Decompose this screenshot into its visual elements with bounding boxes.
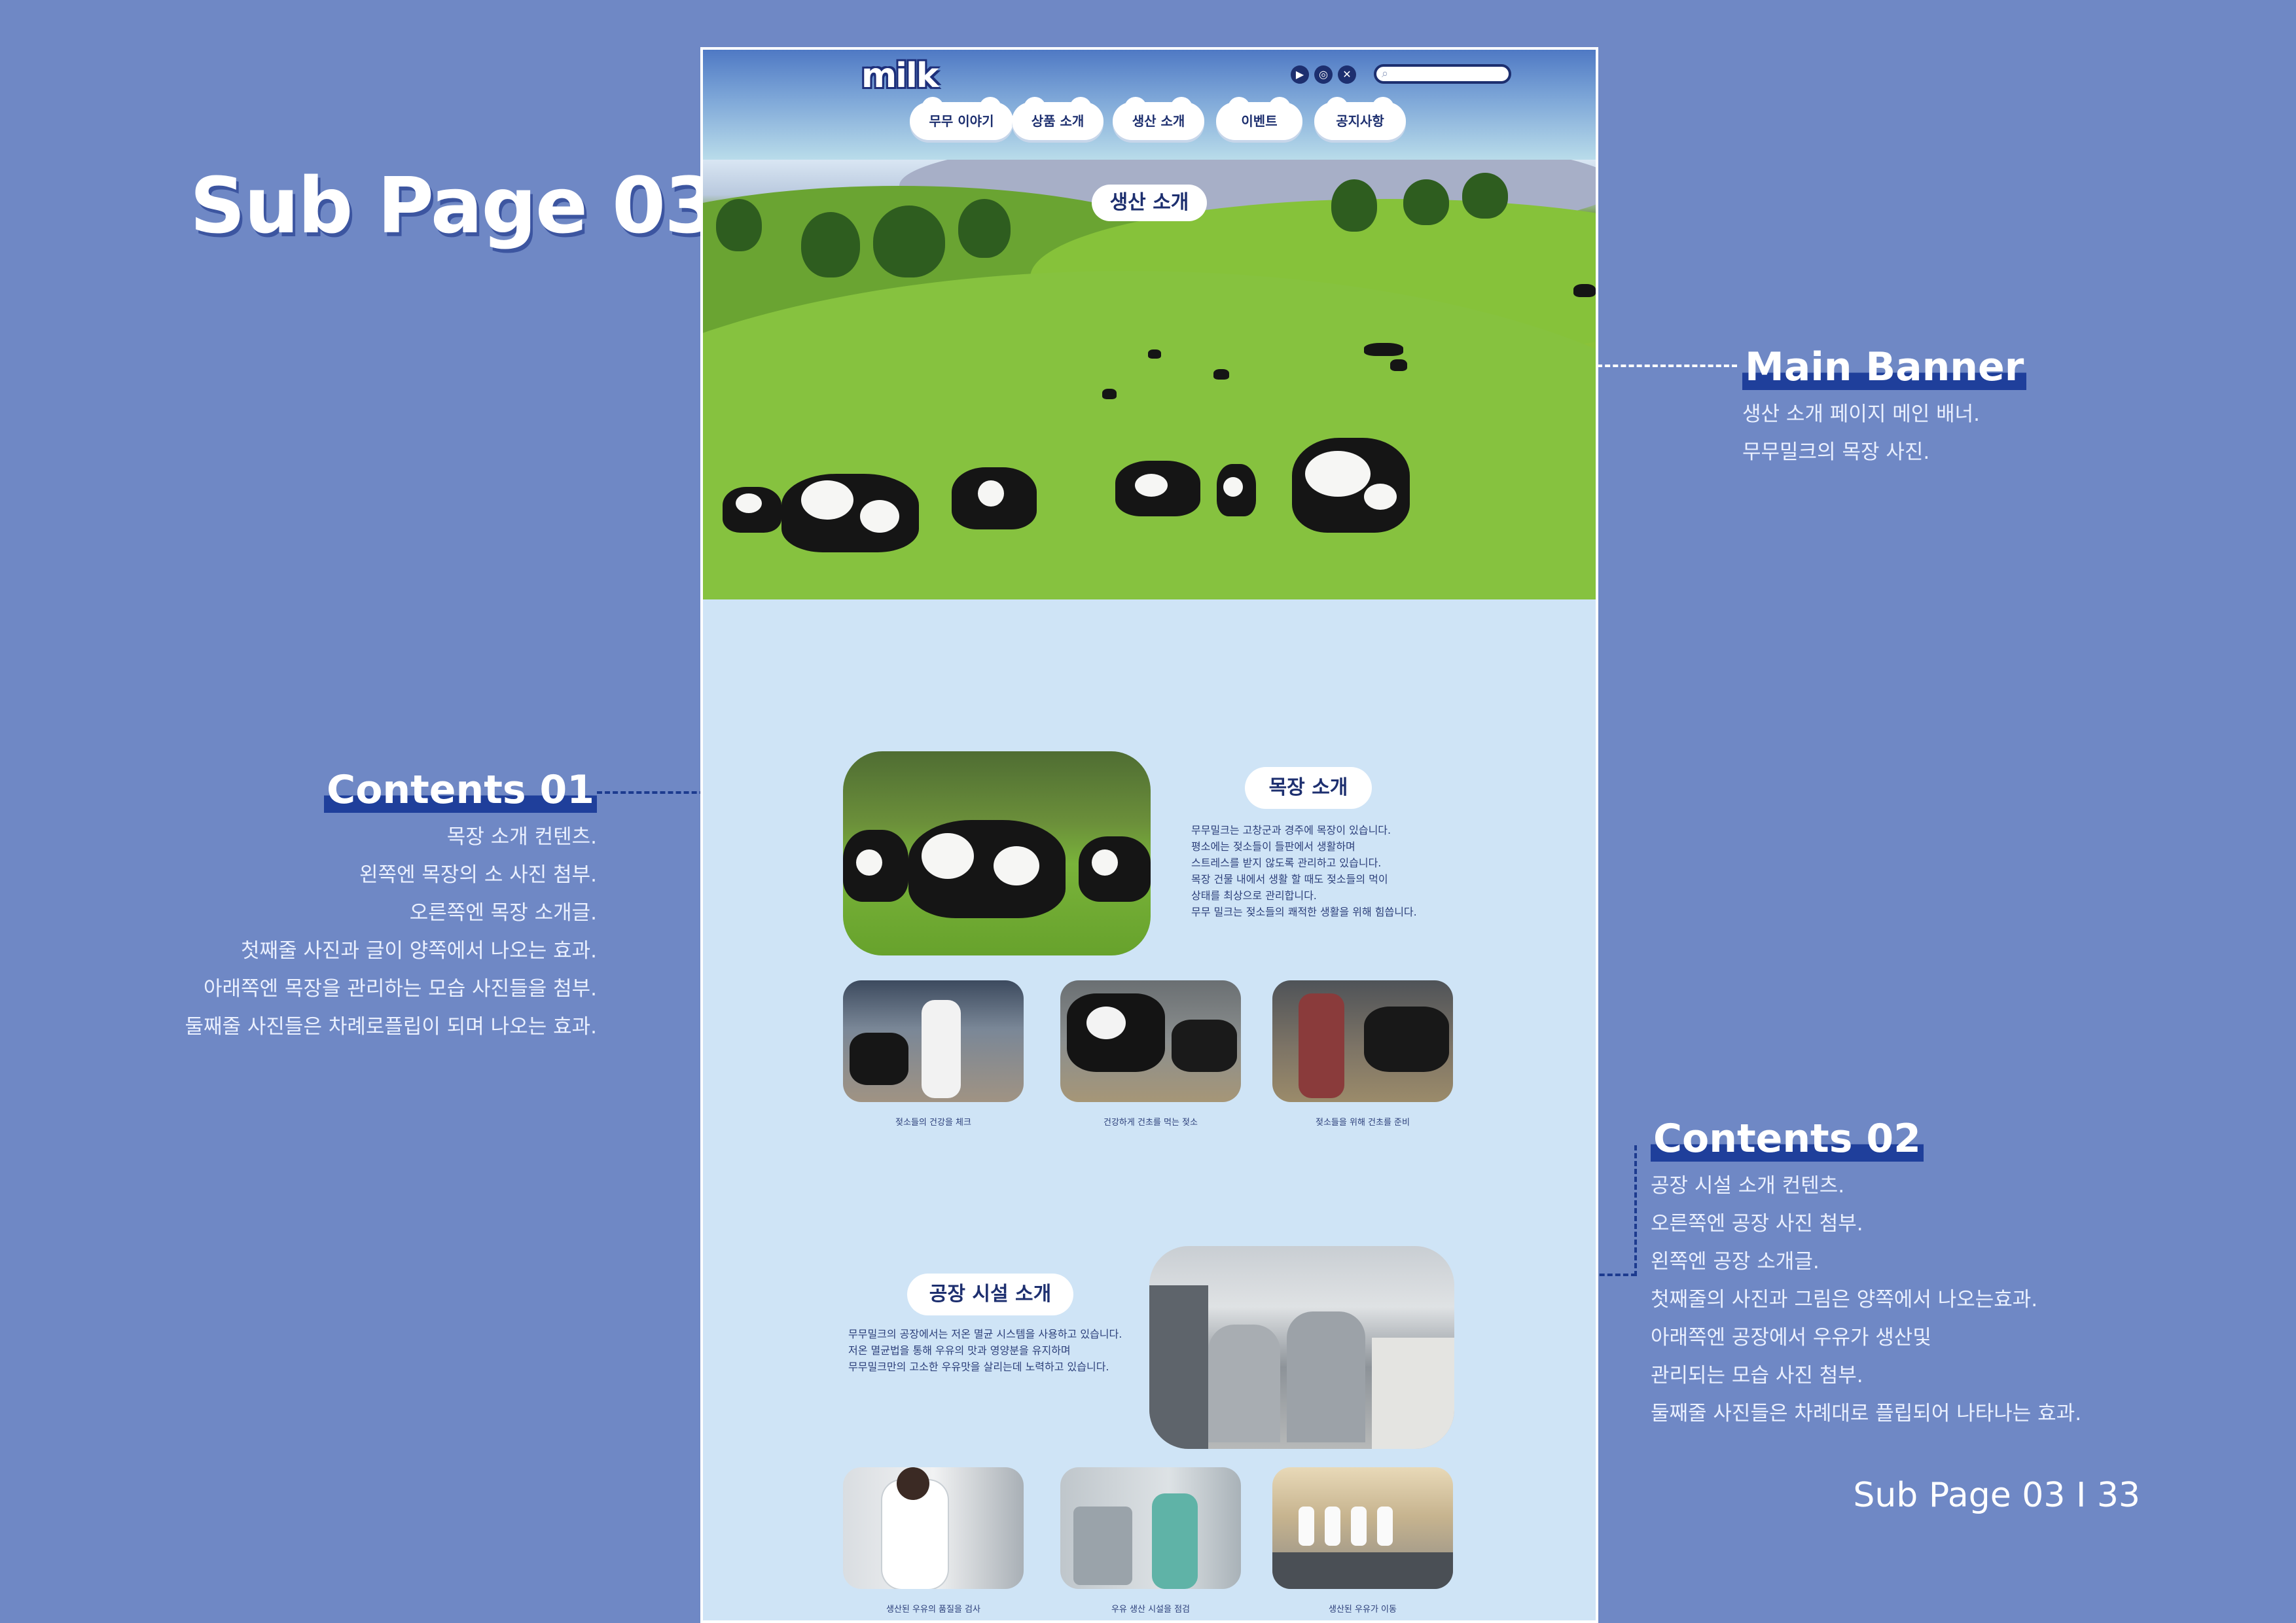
factory-text-line: 무무밀크의 공장에서는 저온 멸균 시스템을 사용하고 있습니다.	[848, 1328, 1122, 1340]
nav-item-products[interactable]: 상품 소개	[1012, 97, 1103, 140]
annotation-line: 무무밀크의 목장 사진.	[1742, 440, 1930, 464]
factory-description: 무무밀크의 공장에서는 저온 멸균 시스템을 사용하고 있습니다. 저온 멸균법…	[848, 1326, 1122, 1375]
nav-item-story[interactable]: 무무 이야기	[910, 97, 1013, 140]
factory-caption-3: 생산된 우유가 이동	[1329, 1605, 1397, 1614]
factory-photo-milk-moving	[1272, 1467, 1453, 1589]
website-mockup: milk ▶ ◎ ✕ ⌕ 무무 이야기 상품 소개 생산 소개 이벤트 공지사항	[700, 47, 1598, 1623]
annotation-line: 둘째줄 사진들은 차례로플립이 되며 나오는 효과.	[185, 1015, 597, 1039]
annotation-line: 공장 시설 소개 컨텐츠.	[1651, 1174, 1845, 1198]
instagram-icon[interactable]: ◎	[1314, 65, 1333, 84]
main-banner-annotation-title: Main Banner	[1742, 344, 2027, 390]
annotation-line: 아래쪽엔 공장에서 우유가 생산및	[1651, 1326, 1931, 1349]
x-icon[interactable]: ✕	[1338, 65, 1356, 84]
nav-label: 생산 소개	[1132, 113, 1185, 129]
search-input[interactable]: ⌕	[1374, 64, 1511, 84]
annotation-line: 왼쪽엔 공장 소개글.	[1651, 1250, 1820, 1274]
farm-text-line: 상태를 최상으로 관리합니다.	[1191, 889, 1317, 902]
annotation-line: 둘째줄 사진들은 차례대로 플립되어 나타나는 효과.	[1651, 1402, 2082, 1425]
contents02-connector-vertical	[1634, 1145, 1637, 1276]
farm-text-line: 무무밀크는 고창군과 경주에 목장이 있습니다.	[1191, 824, 1391, 836]
farm-description: 무무밀크는 고창군과 경주에 목장이 있습니다. 평소에는 젖소들이 들판에서 …	[1191, 822, 1417, 920]
nav-label: 상품 소개	[1031, 113, 1085, 129]
nav-label: 공지사항	[1336, 113, 1384, 129]
site-logo[interactable]: milk	[861, 56, 939, 96]
main-banner: 생산 소개	[703, 160, 1596, 599]
contents02-annotation-title: Contents 02	[1651, 1116, 1924, 1162]
nav-label: 무무 이야기	[929, 113, 994, 129]
search-icon: ⌕	[1382, 67, 1389, 80]
annotation-line: 생산 소개 페이지 메인 배너.	[1742, 402, 1980, 426]
factory-photo	[1149, 1246, 1454, 1449]
factory-photo-facility-inspection	[1060, 1467, 1241, 1589]
factory-caption-2: 우유 생산 시설을 점검	[1111, 1605, 1191, 1614]
farm-heading: 목장 소개	[1245, 767, 1372, 809]
farm-cow-photo	[843, 751, 1151, 955]
annotation-line: 아래쪽엔 목장을 관리하는 모습 사진들을 첨부.	[203, 977, 597, 1001]
main-banner-annotation-desc: 생산 소개 페이지 메인 배너. 무무밀크의 목장 사진.	[1742, 395, 2026, 471]
annotation-line: 첫째줄의 사진과 그림은 양쪽에서 나오는효과.	[1651, 1288, 2038, 1311]
annotation-line: 관리되는 모습 사진 첨부.	[1651, 1364, 1863, 1387]
contents02-annotation-desc: 공장 시설 소개 컨텐츠. 오른쪽엔 공장 사진 첨부. 왼쪽엔 공장 소개글.…	[1651, 1167, 2081, 1433]
factory-heading: 공장 시설 소개	[907, 1274, 1073, 1315]
youtube-icon[interactable]: ▶	[1291, 65, 1309, 84]
sub-page-title: Sub Page 03	[190, 160, 718, 251]
farm-caption-2: 건강하게 건초를 먹는 젖소	[1103, 1118, 1198, 1128]
farm-text-line: 무무 밀크는 젖소들의 쾌적한 생활을 위해 힘씁니다.	[1191, 906, 1417, 918]
annotation-line: 목장 소개 컨텐츠.	[446, 825, 597, 849]
main-banner-annotation: Main Banner 생산 소개 페이지 메인 배너. 무무밀크의 목장 사진…	[1742, 344, 2027, 471]
contents01-annotation: Contents 01 목장 소개 컨텐츠. 왼쪽엔 목장의 소 사진 첨부. …	[164, 767, 597, 1046]
factory-photo-quality-check	[843, 1467, 1024, 1589]
contents01-annotation-desc: 목장 소개 컨텐츠. 왼쪽엔 목장의 소 사진 첨부. 오른쪽엔 목장 소개글.…	[164, 818, 597, 1046]
farm-caption-1: 젖소들의 건강을 체크	[895, 1118, 971, 1128]
factory-text-line: 저온 멸균법을 통해 우유의 맛과 영양분을 유지하며	[848, 1344, 1071, 1357]
farm-photo-health-check	[843, 980, 1024, 1102]
annotation-line: 왼쪽엔 목장의 소 사진 첨부.	[359, 863, 597, 887]
banner-label: 생산 소개	[1092, 185, 1207, 221]
nav-label: 이벤트	[1241, 113, 1278, 129]
farm-caption-3: 젖소들을 위해 건초를 준비	[1316, 1118, 1410, 1128]
farm-photo-prepare-hay	[1272, 980, 1453, 1102]
contents01-annotation-title: Contents 01	[324, 767, 597, 813]
nav-item-production[interactable]: 생산 소개	[1113, 97, 1204, 140]
farm-text-line: 평소에는 젖소들이 들판에서 생활하며	[1191, 840, 1355, 853]
farm-photo-eating-hay	[1060, 980, 1241, 1102]
factory-text-line: 무무밀크만의 고소한 우유맛을 살리는데 노력하고 있습니다.	[848, 1361, 1109, 1373]
factory-caption-1: 생산된 우유의 품질을 검사	[886, 1605, 980, 1614]
annotation-line: 첫째줄 사진과 글이 양쪽에서 나오는 효과.	[241, 939, 597, 963]
nav-item-event[interactable]: 이벤트	[1216, 97, 1302, 140]
page-number: Sub Page 03 I 33	[1853, 1476, 2140, 1515]
farm-text-line: 스트레스를 받지 않도록 관리하고 있습니다.	[1191, 857, 1382, 869]
contents02-annotation: Contents 02 공장 시설 소개 컨텐츠. 오른쪽엔 공장 사진 첨부.…	[1651, 1116, 2081, 1433]
nav-item-notice[interactable]: 공지사항	[1314, 97, 1406, 140]
annotation-line: 오른쪽엔 공장 사진 첨부.	[1651, 1212, 1863, 1236]
farm-text-line: 목장 건물 내에서 생활 할 때도 젖소들의 먹이	[1191, 873, 1388, 885]
annotation-line: 오른쪽엔 목장 소개글.	[409, 901, 597, 925]
site-header: milk ▶ ◎ ✕ ⌕ 무무 이야기 상품 소개 생산 소개 이벤트 공지사항	[703, 50, 1596, 160]
